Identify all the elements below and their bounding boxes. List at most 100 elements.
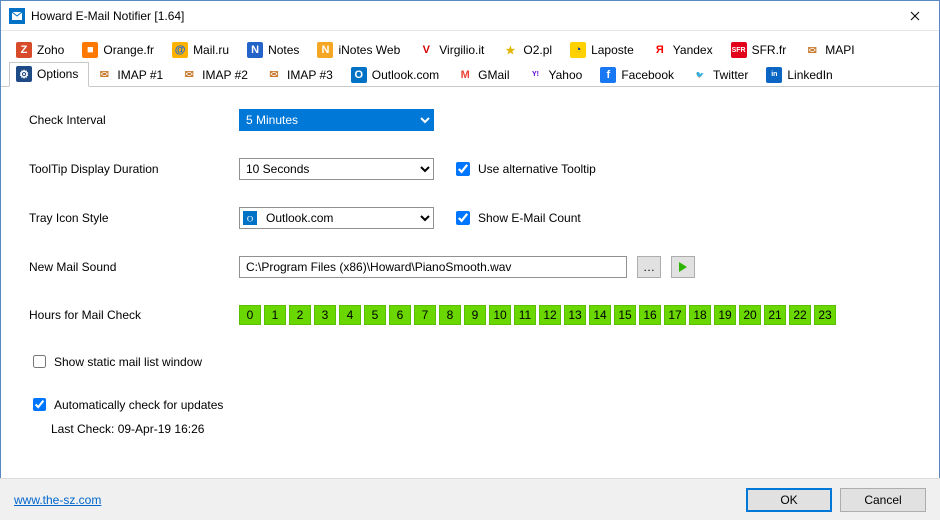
mapi-icon: ✉ [804, 42, 820, 58]
hour-20[interactable]: 20 [739, 305, 761, 325]
tab-label: Orange.fr [103, 43, 154, 57]
browse-sound-button[interactable]: … [637, 256, 661, 278]
hour-8[interactable]: 8 [439, 305, 461, 325]
options-icon: ⚙ [16, 66, 32, 82]
tab-gmail[interactable]: M GMail [450, 62, 520, 87]
tab-imap-2[interactable]: ✉ IMAP #2 [174, 62, 259, 87]
tab-yahoo[interactable]: Y!Yahoo [521, 62, 594, 87]
notes-icon: N [247, 42, 263, 58]
tab-mapi[interactable]: ✉ MAPI [797, 38, 865, 62]
o2-pl-icon: ★ [502, 42, 518, 58]
label-check-interval: Check Interval [29, 113, 239, 127]
tab-virgilio-it[interactable]: VVirgilio.it [411, 38, 495, 62]
tab-label: Virgilio.it [439, 43, 484, 57]
row-new-mail-sound: New Mail Sound … [29, 256, 911, 278]
tab-zoho[interactable]: ZZoho [9, 38, 75, 62]
check-interval-select[interactable]: 5 Minutes [239, 109, 434, 131]
tab-label: Mail.ru [193, 43, 229, 57]
gmail-icon: M [457, 67, 473, 83]
tab-label: GMail [478, 68, 509, 82]
outlook-com-icon: O [351, 67, 367, 83]
tab-outlook-com[interactable]: OOutlook.com [344, 62, 450, 87]
tab-imap-1[interactable]: ✉IMAP #1 [89, 62, 174, 87]
tab-sfr-fr[interactable]: SFRSFR.fr [724, 38, 798, 62]
hours-grid: 01234567891011121314151617181920212223 [239, 305, 836, 325]
label-tooltip-duration: ToolTip Display Duration [29, 162, 239, 176]
tab-twitter[interactable]: 🐦Twitter [685, 62, 759, 87]
website-link[interactable]: www.the-sz.com [14, 493, 101, 507]
inotes-web-icon: N [317, 42, 333, 58]
hour-0[interactable]: 0 [239, 305, 261, 325]
hour-12[interactable]: 12 [539, 305, 561, 325]
hour-9[interactable]: 9 [464, 305, 486, 325]
tab-o2-pl[interactable]: ★ O2.pl [495, 38, 563, 62]
hour-18[interactable]: 18 [689, 305, 711, 325]
new-mail-sound-input[interactable] [239, 256, 627, 278]
auto-update-checkbox[interactable]: Automatically check for updates [29, 395, 223, 414]
hour-17[interactable]: 17 [664, 305, 686, 325]
tab-label: Zoho [37, 43, 64, 57]
show-static-list-label: Show static mail list window [54, 355, 202, 369]
tooltip-duration-select[interactable]: 10 Seconds [239, 158, 434, 180]
hour-6[interactable]: 6 [389, 305, 411, 325]
hour-19[interactable]: 19 [714, 305, 736, 325]
show-static-list-checkbox[interactable]: Show static mail list window [29, 352, 202, 371]
row-tooltip-duration: ToolTip Display Duration 10 Seconds Use … [29, 158, 911, 180]
hour-3[interactable]: 3 [314, 305, 336, 325]
hour-7[interactable]: 7 [414, 305, 436, 325]
tab-laposte[interactable]: ◔Laposte [563, 38, 645, 62]
hour-23[interactable]: 23 [814, 305, 836, 325]
hour-16[interactable]: 16 [639, 305, 661, 325]
tab-label: Twitter [713, 68, 748, 82]
hour-5[interactable]: 5 [364, 305, 386, 325]
tab-label: Options [37, 67, 78, 81]
ok-button[interactable]: OK [746, 488, 832, 512]
hour-4[interactable]: 4 [339, 305, 361, 325]
tab-imap-3[interactable]: ✉IMAP #3 [259, 62, 344, 87]
cancel-button[interactable]: Cancel [840, 488, 926, 512]
options-panel: Check Interval 5 Minutes ToolTip Display… [1, 87, 939, 444]
imap-2-icon: ✉ [181, 67, 197, 83]
tab-options[interactable]: ⚙ Options [9, 62, 89, 87]
use-alt-tooltip-input[interactable] [456, 162, 470, 176]
tray-icon-style-select[interactable]: Outlook.com [239, 207, 434, 229]
tab-notes[interactable]: NNotes [240, 38, 310, 62]
row-tray-icon-style: Tray Icon Style O Outlook.com Show E-Mai… [29, 207, 911, 229]
tab-label: O2.pl [523, 43, 552, 57]
show-email-count-label: Show E-Mail Count [478, 211, 581, 225]
tab-label: Laposte [591, 43, 634, 57]
close-button[interactable] [895, 2, 935, 30]
tab-yandex[interactable]: ЯYandex [645, 38, 724, 62]
tab-mail-ru[interactable]: @ Mail.ru [165, 38, 240, 62]
tab-facebook[interactable]: fFacebook [593, 62, 685, 87]
tabstrip: ZZoho■Orange.fr@Mail.ruNNotesNiNotes Web… [1, 31, 939, 87]
play-sound-button[interactable] [671, 256, 695, 278]
hour-1[interactable]: 1 [264, 305, 286, 325]
hour-13[interactable]: 13 [564, 305, 586, 325]
linkedin-icon: in [766, 67, 782, 83]
tab-label: IMAP #2 [202, 68, 248, 82]
show-email-count-input[interactable] [456, 211, 470, 225]
auto-update-input[interactable] [33, 398, 46, 411]
hour-11[interactable]: 11 [514, 305, 536, 325]
show-email-count-checkbox[interactable]: Show E-Mail Count [452, 208, 581, 228]
mail-ru-icon: @ [172, 42, 188, 58]
show-static-list-input[interactable] [33, 355, 46, 368]
tab-row-bottom: ⚙ Options ✉IMAP #1 ✉ IMAP #2 ✉IMAP #3OOutlook… [9, 61, 931, 86]
hour-2[interactable]: 2 [289, 305, 311, 325]
use-alt-tooltip-label: Use alternative Tooltip [478, 162, 596, 176]
tab-linkedin[interactable]: inLinkedIn [759, 62, 843, 87]
hour-21[interactable]: 21 [764, 305, 786, 325]
hour-14[interactable]: 14 [589, 305, 611, 325]
use-alt-tooltip-checkbox[interactable]: Use alternative Tooltip [452, 159, 596, 179]
hour-15[interactable]: 15 [614, 305, 636, 325]
tab-label: IMAP #3 [287, 68, 333, 82]
hour-22[interactable]: 22 [789, 305, 811, 325]
tab-inotes-web[interactable]: NiNotes Web [310, 38, 411, 62]
tab-label: MAPI [825, 43, 854, 57]
tab-label: iNotes Web [338, 43, 400, 57]
play-icon [678, 262, 688, 272]
auto-update-label: Automatically check for updates [54, 398, 223, 412]
hour-10[interactable]: 10 [489, 305, 511, 325]
tab-orange-fr[interactable]: ■Orange.fr [75, 38, 165, 62]
